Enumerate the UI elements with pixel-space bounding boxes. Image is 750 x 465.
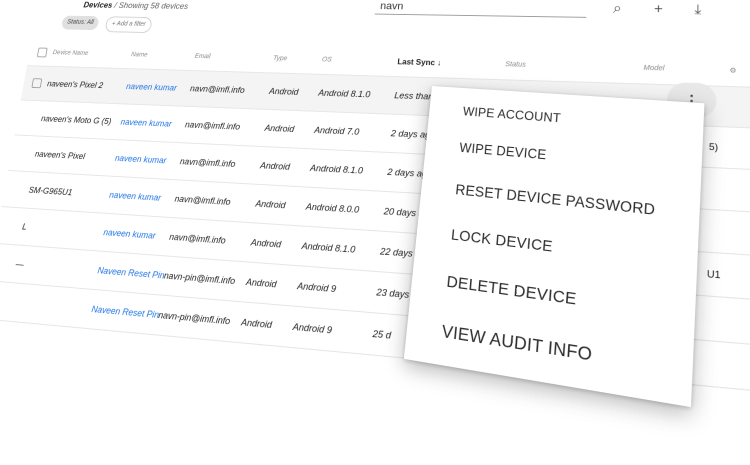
user-name-link[interactable]: naveen kumar — [103, 227, 156, 240]
os-cell: Android 8.0.0 — [305, 201, 360, 215]
user-name-link[interactable]: naveen kumar — [109, 190, 162, 203]
email-cell: navn-pin@imfl.info — [157, 309, 231, 327]
sort-arrow-icon[interactable]: ↓ — [437, 59, 442, 68]
status-filter-chip[interactable]: Status: All — [60, 15, 100, 31]
menu-item-reset-device-password[interactable]: RESET DEVICE PASSWORD — [455, 182, 656, 219]
add-filter-button[interactable]: + Add a filter — [104, 16, 153, 34]
menu-item-view-audit-info[interactable]: VIEW AUDIT INFO — [441, 323, 593, 367]
search-underline — [374, 13, 587, 18]
download-icon[interactable]: ⤓ — [694, 1, 701, 18]
search-icon[interactable]: ⌕ — [613, 0, 622, 16]
email-cell: navn@imfl.info — [189, 83, 246, 95]
header-email[interactable]: Email — [194, 53, 211, 60]
user-name-link[interactable]: naveen kumar — [114, 153, 167, 165]
model-cell: U1 — [706, 268, 721, 281]
device-name-cell: naveen's Moto G (5) — [40, 113, 113, 126]
os-cell: Android 9 — [296, 280, 337, 295]
email-cell: navn@imfl.info — [184, 119, 241, 132]
header-status[interactable]: Status — [505, 61, 526, 68]
header-name[interactable]: Name — [131, 52, 148, 59]
type-cell: Android — [268, 86, 299, 97]
email-cell: navn@imfl.info — [174, 193, 232, 207]
type-cell: Android — [250, 237, 282, 250]
type-cell: Android — [259, 160, 291, 172]
search-input[interactable]: navn — [380, 1, 404, 12]
type-cell: Android — [264, 123, 295, 134]
user-name-link[interactable]: naveen kumar — [126, 82, 178, 93]
menu-item-wipe-account[interactable]: WIPE ACCOUNT — [462, 104, 561, 125]
user-name-link[interactable]: Naveen Reset Pin — [97, 265, 165, 280]
settings-gear-icon[interactable]: ⚙ — [729, 66, 736, 75]
menu-item-wipe-device[interactable]: WIPE DEVICE — [459, 141, 547, 163]
device-actions-menu: WIPE ACCOUNT WIPE DEVICE RESET DEVICE PA… — [403, 86, 705, 408]
device-name-cell: — — [15, 258, 25, 270]
user-name-link[interactable]: naveen kumar — [120, 117, 172, 128]
row-checkbox[interactable] — [31, 78, 43, 89]
menu-item-delete-device[interactable]: DELETE DEVICE — [446, 273, 577, 310]
header-device-name[interactable]: Device Name — [52, 50, 89, 57]
device-name-cell: naveen's Pixel 2 — [46, 79, 104, 90]
header-model[interactable]: Model — [643, 65, 664, 73]
type-cell: Android — [240, 316, 273, 331]
last-sync-cell: 25 d — [372, 328, 392, 341]
type-cell: Android — [255, 198, 287, 211]
menu-item-lock-device[interactable]: LOCK DEVICE — [450, 226, 553, 255]
add-icon[interactable]: + — [654, 0, 663, 16]
device-count: Showing 58 devices — [118, 0, 189, 11]
os-cell: Android 7.0 — [313, 125, 360, 137]
os-cell: Android 8.1.0 — [301, 240, 356, 255]
email-cell: navn@imfl.info — [168, 231, 227, 246]
email-cell: navn@imfl.info — [179, 156, 236, 169]
header-os[interactable]: OS — [322, 57, 332, 64]
os-cell: Android 8.1.0 — [317, 88, 371, 100]
device-name-cell: L — [21, 221, 28, 232]
header-type[interactable]: Type — [273, 55, 288, 62]
breadcrumb-title[interactable]: Devices — [83, 0, 113, 9]
breadcrumb: Devices / Showing 58 devices — [82, 0, 189, 11]
model-cell: 5) — [708, 141, 719, 153]
os-cell: Android 9 — [292, 321, 333, 336]
select-all-checkbox[interactable] — [36, 47, 48, 58]
header-last-sync-label: Last Sync — [397, 57, 436, 68]
device-name-cell: naveen's Pixel — [34, 149, 86, 162]
header-last-sync[interactable]: Last Sync ↓ — [397, 58, 441, 68]
email-cell: navn-pin@imfl.info — [163, 270, 236, 287]
type-cell: Android — [245, 276, 278, 290]
os-cell: Android 8.1.0 — [309, 163, 364, 176]
user-name-link[interactable]: Naveen Reset Pin — [91, 304, 160, 320]
device-name-cell: SM-G965U1 — [27, 185, 74, 198]
